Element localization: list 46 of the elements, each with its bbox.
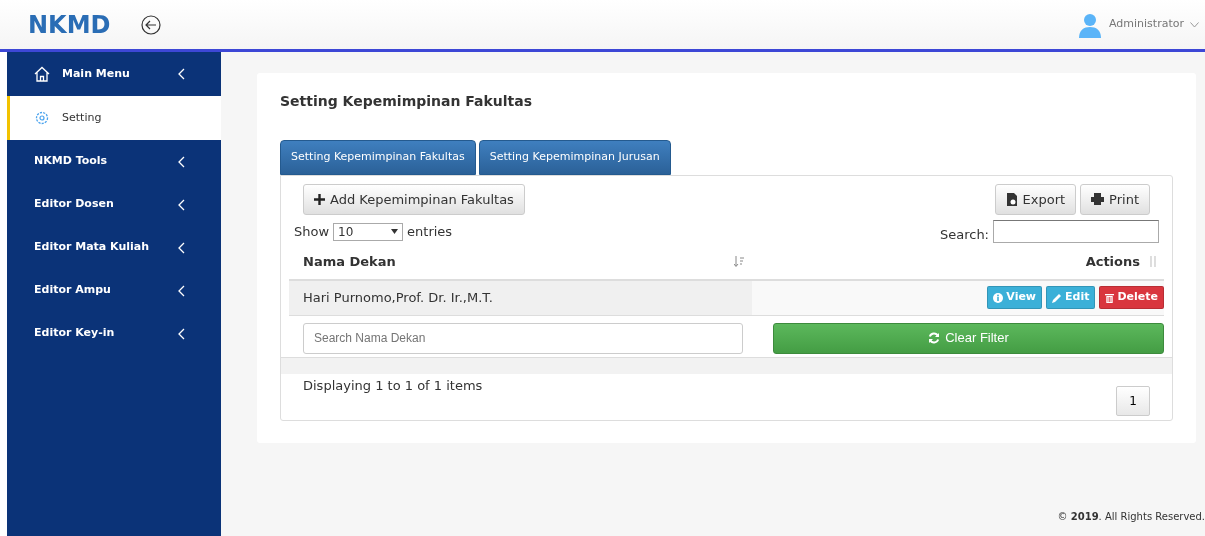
caret-icon (1190, 21, 1199, 28)
sidebar-item[interactable]: Editor Key-in (7, 312, 221, 355)
sort-icon[interactable] (734, 256, 744, 267)
trash-icon (1105, 292, 1115, 303)
items-info: Displaying 1 to 1 of 1 items (303, 376, 483, 395)
file-icon (1005, 192, 1018, 206)
gear-icon (34, 110, 50, 126)
chevron-left-icon (177, 155, 185, 168)
sidebar-item[interactable]: NKMD Tools (7, 140, 221, 183)
pencil-icon (1052, 292, 1063, 303)
column-header[interactable]: Nama Dekan (303, 251, 734, 272)
chevron-left-icon (177, 241, 185, 254)
info-icon (993, 292, 1004, 303)
search-label: Search: (939, 226, 989, 244)
user-menu[interactable]: Administrator (1109, 16, 1184, 33)
dropdown-arrow-icon (391, 229, 399, 235)
home-icon (34, 66, 50, 82)
chevron-left-icon (177, 68, 185, 80)
column-header[interactable]: Actions (1085, 251, 1140, 272)
entries-select[interactable]: 10 (333, 222, 404, 241)
table-cell-text: Hari Purnomo,Prof. Dr. Ir.,M.T. (303, 288, 493, 307)
entries-label: entries (407, 223, 453, 241)
plus-icon (314, 193, 325, 205)
copyright-text: © 2019. All Rights Reserved. (1057, 510, 1205, 524)
sidebar-item[interactable]: Editor Mata Kuliah (7, 226, 221, 269)
page-title: Setting Kepemimpinan Fakultas (280, 92, 534, 111)
chevron-left-icon (177, 327, 185, 340)
page-button[interactable]: 1 (1116, 385, 1150, 416)
export-button[interactable]: Export (994, 183, 1077, 215)
sidebar-item[interactable]: Main Menu (7, 52, 221, 96)
refresh-icon (928, 332, 941, 344)
show-label: Show (294, 223, 330, 241)
tab[interactable]: Setting Kepemimpinan Fakultas (280, 140, 476, 175)
tab[interactable]: Setting Kepemimpinan Jurusan (478, 140, 671, 175)
sidebar-item[interactable]: Setting (7, 96, 221, 140)
print-button[interactable]: Print (1080, 183, 1150, 215)
add-button[interactable]: Add Kepemimpinan Fakultas (303, 183, 525, 215)
chevron-left-icon (177, 198, 185, 211)
chevron-left-icon (177, 284, 185, 297)
search-field[interactable] (993, 220, 1159, 244)
user-avatar-icon (1077, 11, 1103, 38)
delete-button[interactable]: Delete (1099, 286, 1164, 309)
sidebar-item[interactable]: Editor Dosen (7, 183, 221, 226)
filter-field[interactable]: Search Nama Dekan (303, 322, 743, 354)
app-logo: NKMD (28, 9, 111, 41)
sidebar-item[interactable]: Editor Ampu (7, 269, 221, 312)
